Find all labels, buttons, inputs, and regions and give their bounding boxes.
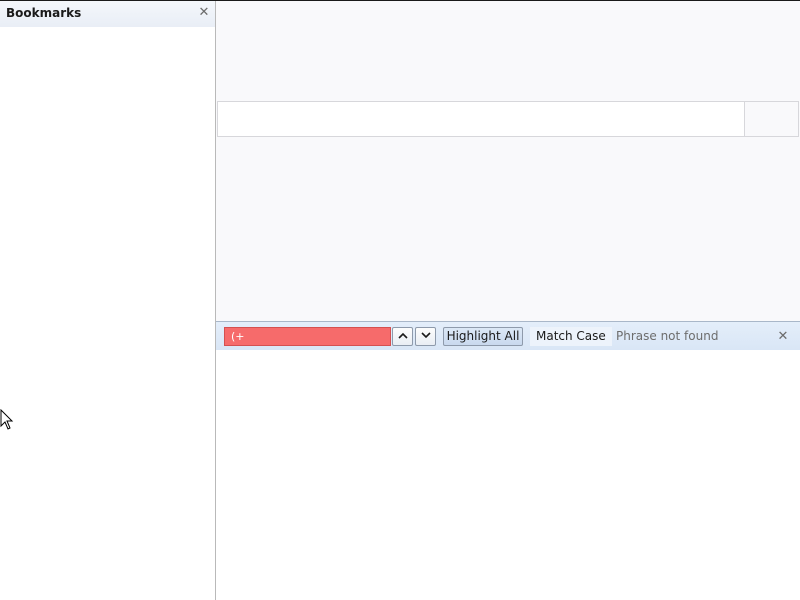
findbar-close-icon[interactable]: ✕ xyxy=(776,327,790,346)
match-case-checkbox[interactable]: Match Case xyxy=(530,327,612,346)
chevron-up-icon xyxy=(393,332,412,339)
main-content: Highlight All Match Case Phrase not foun… xyxy=(216,1,800,600)
find-input[interactable] xyxy=(224,327,391,346)
browser-window: Bookmarks ✕ (+ Highlight All Match Case … xyxy=(0,0,800,600)
sidebar-close-icon[interactable]: ✕ xyxy=(197,6,211,20)
find-previous-button[interactable] xyxy=(392,327,413,346)
bookmarks-sidebar: Bookmarks ✕ xyxy=(0,1,216,600)
page-content-top xyxy=(216,1,800,321)
find-next-button[interactable] xyxy=(415,327,436,346)
sidebar-header: Bookmarks ✕ xyxy=(0,1,215,27)
highlight-all-button[interactable]: Highlight All xyxy=(443,327,523,346)
page-text-input[interactable] xyxy=(217,101,744,137)
find-status-text: Phrase not found xyxy=(616,329,719,343)
mouse-pointer-icon xyxy=(0,408,14,431)
sidebar-title: Bookmarks xyxy=(6,6,82,20)
find-bar: Highlight All Match Case Phrase not foun… xyxy=(216,321,800,350)
chevron-down-icon xyxy=(416,332,435,339)
page-input-button[interactable] xyxy=(744,101,799,137)
page-content-bottom xyxy=(216,350,800,600)
